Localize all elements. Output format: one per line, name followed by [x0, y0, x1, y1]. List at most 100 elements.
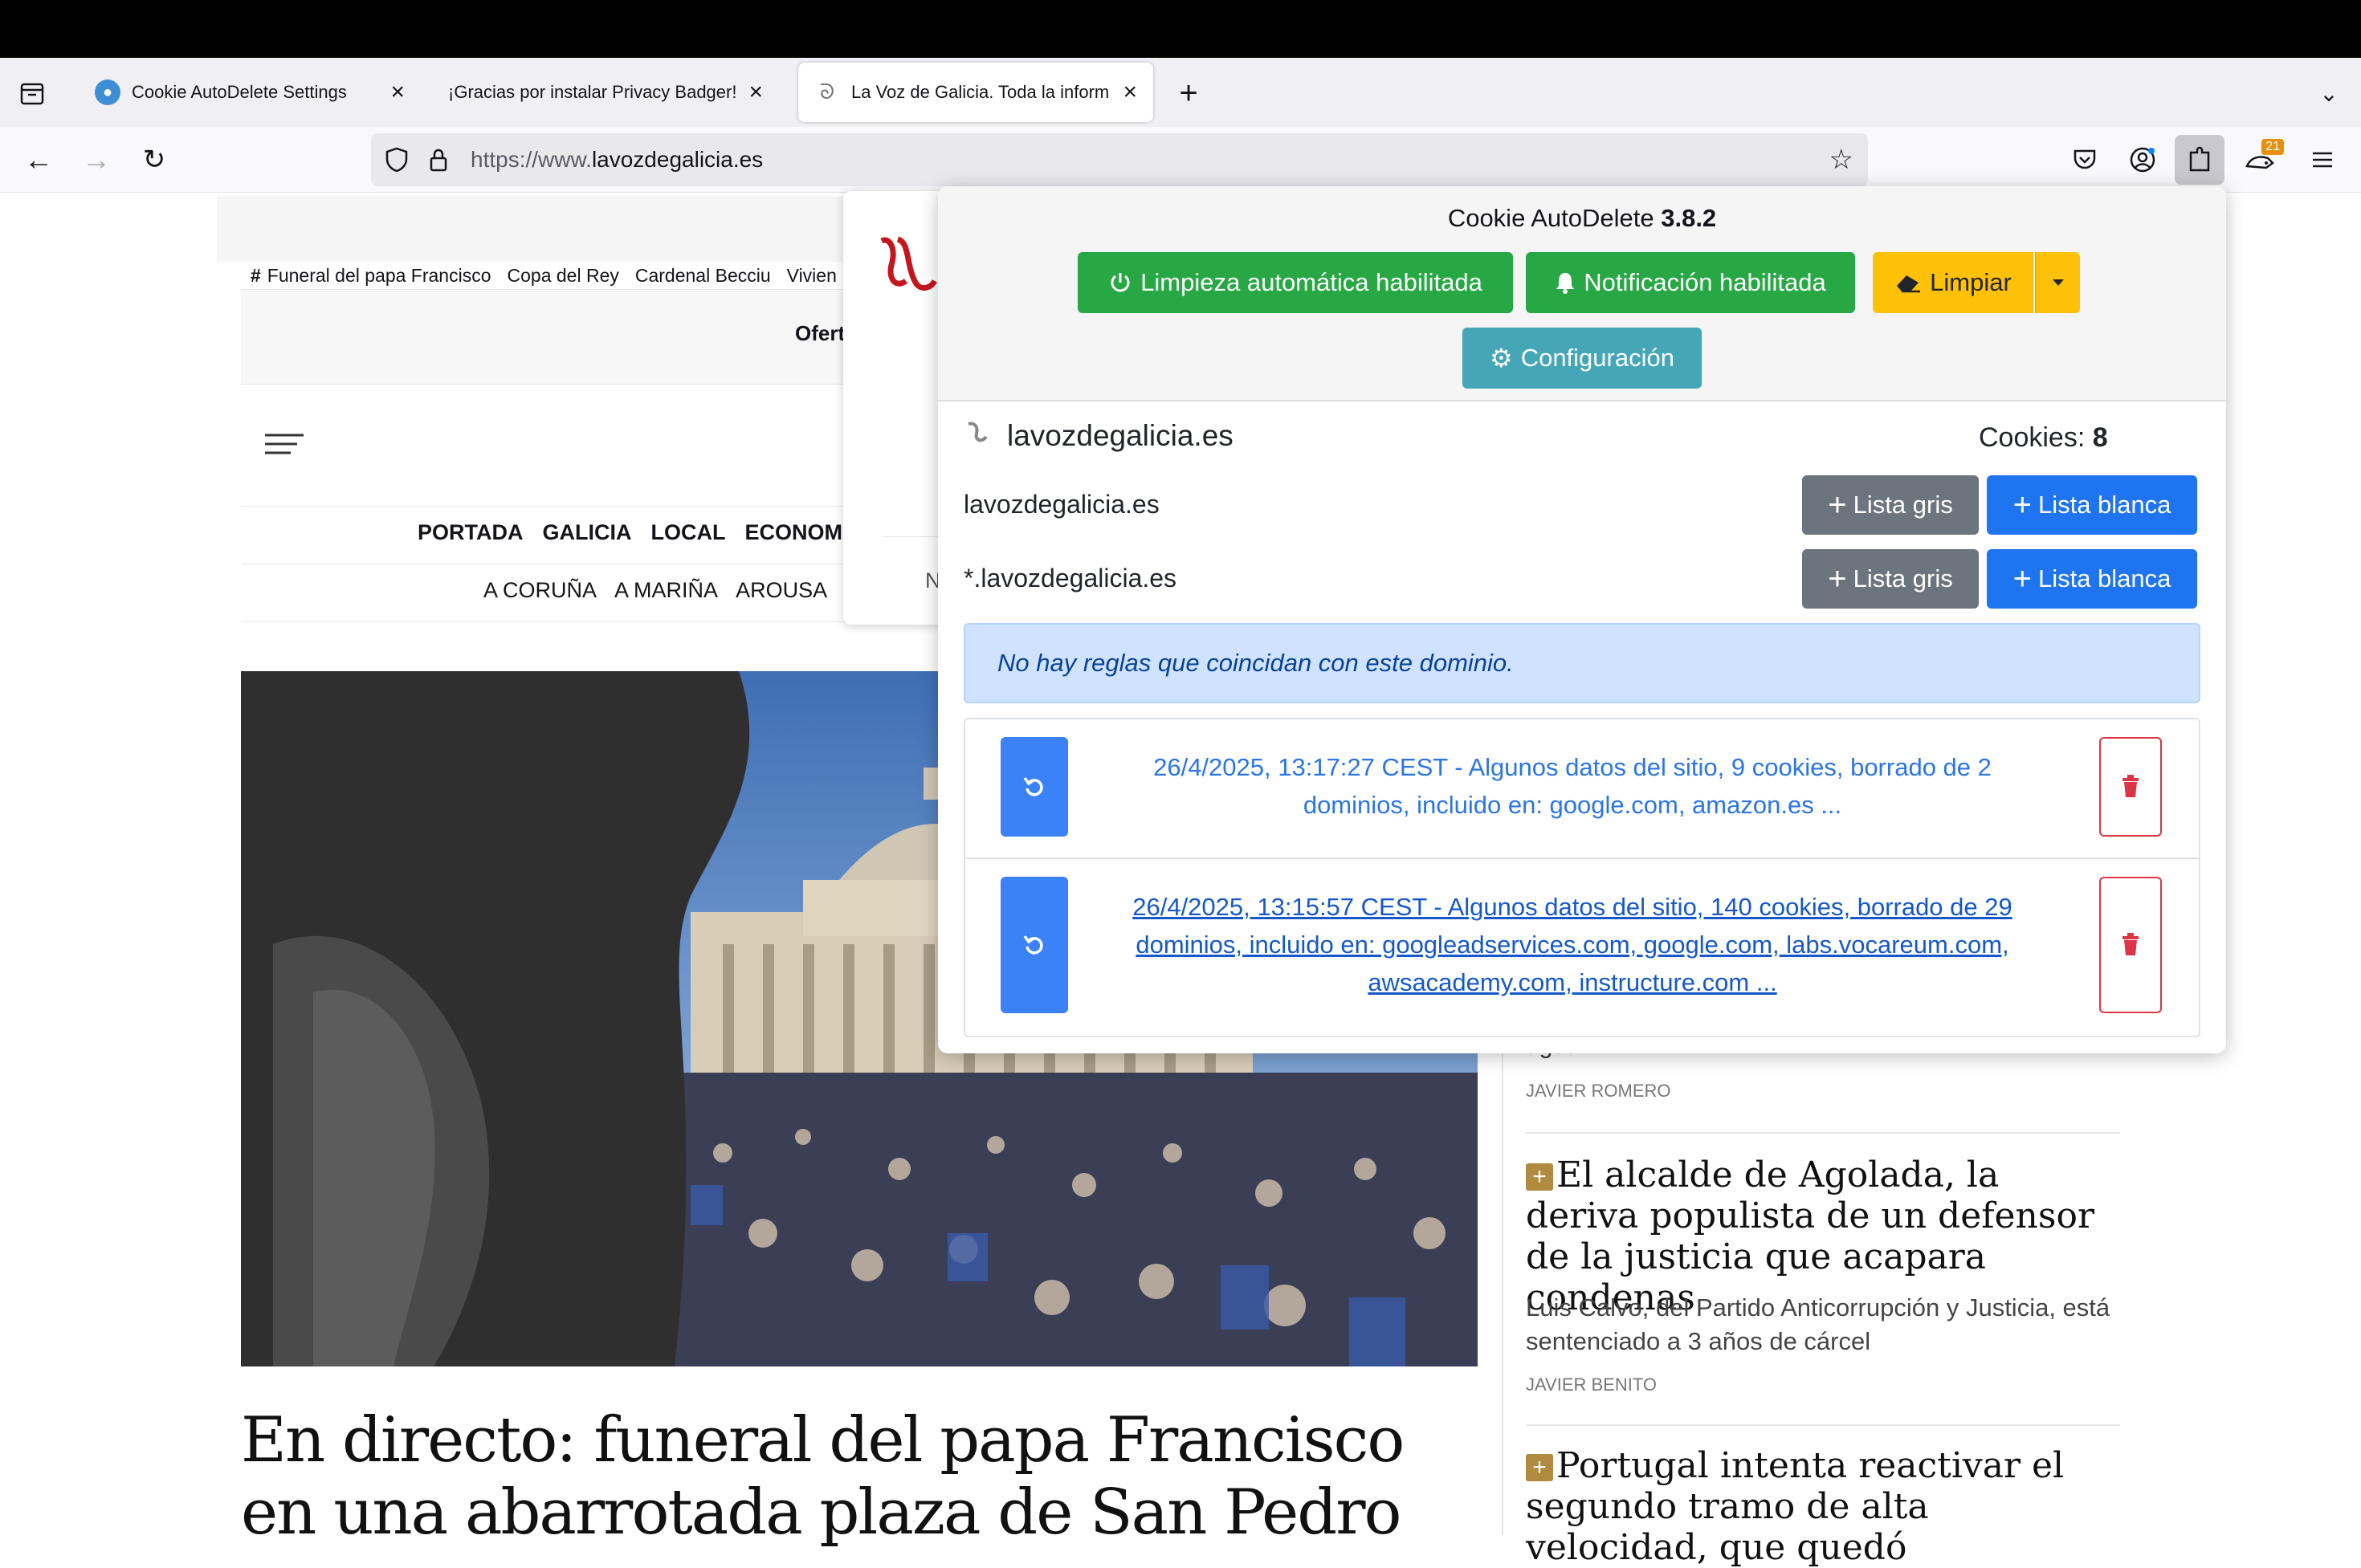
nav-arousa[interactable]: AROUSA: [736, 578, 827, 603]
trending-link[interactable]: Copa del Rey: [508, 265, 619, 287]
reload-icon[interactable]: ↻: [132, 137, 177, 182]
caret-down-icon: [2052, 279, 2064, 286]
article-author[interactable]: JAVIER BENITO: [1526, 1375, 1657, 1395]
article-title: Portugal intenta reactivar el segundo tr…: [1526, 1445, 2065, 1568]
clean-options-dropdown[interactable]: [2035, 252, 2080, 313]
popup-title: Cookie AutoDelete 3.8.2: [938, 204, 2226, 233]
auto-clean-toggle-button[interactable]: Limpieza automática habilitada: [1078, 252, 1513, 313]
article-summary: Luis Calvo, del Partido Anticorrupción y…: [1526, 1293, 2110, 1356]
tracking-protection-shield-icon[interactable]: [371, 147, 422, 173]
main-headline[interactable]: En directo: funeral del papa Francisco e…: [241, 1404, 1494, 1549]
clean-label: Limpiar: [1930, 268, 2012, 296]
url-prefix: https://www.: [471, 147, 592, 172]
trash-icon: [2122, 775, 2139, 797]
url-text[interactable]: https://www.lavozdegalicia.es: [471, 147, 763, 173]
nav-a-marina[interactable]: A MARIÑA: [614, 578, 718, 603]
bookmark-star-icon[interactable]: ☆: [1829, 144, 1853, 176]
tab-title: La Voz de Galicia. Toda la inform: [851, 82, 1110, 102]
nav-galicia[interactable]: GALICIA: [543, 520, 632, 545]
trending-link[interactable]: Vivien: [787, 265, 837, 287]
cookie-autodelete-favicon-icon: ●: [95, 79, 120, 105]
divider: [1526, 1132, 2120, 1134]
settings-button[interactable]: ⚙ Configuración: [1462, 328, 1702, 389]
greylist-label: Lista gris: [1853, 491, 1953, 519]
cookies-count-value: 8: [2092, 422, 2108, 453]
tab-cookie-autodelete-settings[interactable]: ● Cookie AutoDelete Settings ×: [79, 63, 421, 122]
divider: [965, 857, 2199, 859]
tab-title: ¡Gracias por instalar Privacy Badger!: [448, 82, 737, 102]
bell-icon: [1556, 273, 1575, 294]
trending-link[interactable]: Cardenal Becciu: [635, 265, 771, 287]
close-tab-icon[interactable]: ×: [390, 80, 405, 104]
restore-cookies-button[interactable]: [1001, 737, 1068, 837]
trash-icon: [2122, 933, 2139, 955]
list-all-tabs-chevron-down-icon[interactable]: ⌄: [2306, 71, 2351, 116]
tab-la-voz-de-galicia[interactable]: ᘐ La Voz de Galicia. Toda la inform ×: [798, 63, 1153, 122]
auto-clean-label: Limpieza automática habilitada: [1140, 268, 1482, 296]
account-avatar-icon[interactable]: [2120, 137, 2165, 182]
app-menu-hamburger-icon[interactable]: [2300, 137, 2345, 182]
undo-icon: [1023, 776, 1043, 796]
new-tab-icon[interactable]: +: [1166, 71, 1211, 116]
cookie-autodelete-popup: Cookie AutoDelete 3.8.2 Limpieza automát…: [938, 186, 2226, 1053]
nav-local[interactable]: LOCAL: [651, 520, 726, 545]
whitelist-label: Lista blanca: [2037, 491, 2171, 519]
greylist-label: Lista gris: [1853, 564, 1953, 593]
nav-portada[interactable]: PORTADA: [418, 520, 524, 545]
main-section-nav: PORTADA GALICIA LOCAL ECONOMÍA: [418, 520, 864, 545]
clean-button[interactable]: Limpiar: [1873, 252, 2033, 313]
extensions-puzzle-icon[interactable]: [2175, 135, 2224, 185]
notification-toggle-button[interactable]: Notificación habilitada: [1526, 252, 1855, 313]
tab-privacy-badger[interactable]: ¡Gracias por instalar Privacy Badger! ×: [434, 63, 779, 122]
back-arrow-icon[interactable]: ←: [16, 137, 61, 182]
restore-cookies-button[interactable]: [1001, 877, 1068, 1013]
pocket-icon[interactable]: [2062, 137, 2107, 182]
local-edition-nav: A CORUÑA A MARIÑA AROUSA B: [483, 578, 859, 603]
add-greylist-button[interactable]: + Lista gris: [1802, 549, 1979, 609]
url-bar[interactable]: https://www.lavozdegalicia.es ☆: [371, 133, 1868, 186]
plus-icon: +: [2012, 560, 2032, 597]
settings-label: Configuración: [1520, 344, 1674, 372]
site-favicon-icon: [964, 419, 991, 450]
lock-icon[interactable]: [422, 148, 455, 172]
la-voz-logo-icon: [874, 233, 938, 317]
add-whitelist-button[interactable]: + Lista blanca: [1987, 549, 2197, 609]
nav-a-coruna[interactable]: A CORUÑA: [483, 578, 597, 603]
add-whitelist-button[interactable]: + Lista blanca: [1987, 475, 2197, 535]
delete-log-button[interactable]: [2099, 877, 2162, 1013]
cookies-label: Cookies:: [1979, 422, 2086, 453]
close-tab-icon[interactable]: ×: [748, 80, 763, 104]
rule-pattern: lavozdegalicia.es: [964, 490, 1160, 519]
lavozdegalicia-favicon-icon: ᘐ: [819, 79, 835, 104]
site-menu-hamburger-icon[interactable]: [263, 432, 305, 460]
trending-hash: #: [251, 264, 261, 286]
forward-arrow-icon[interactable]: →: [74, 137, 119, 182]
clean-log-entry[interactable]: 26/4/2025, 13:17:27 CEST - Algunos datos…: [1099, 748, 2046, 824]
delete-log-button[interactable]: [2099, 737, 2162, 837]
premium-plus-icon: +: [1526, 1163, 1553, 1191]
power-icon: [1111, 273, 1130, 292]
plus-icon: +: [2012, 487, 2032, 523]
tab-overview-icon[interactable]: [10, 71, 55, 116]
add-greylist-button[interactable]: + Lista gris: [1802, 475, 1979, 535]
plus-icon: +: [1828, 487, 1847, 523]
divider: [1526, 1424, 2120, 1426]
tab-title: Cookie AutoDelete Settings: [132, 82, 347, 102]
eraser-icon: [1897, 275, 1921, 293]
privacy-badger-count-badge: 21: [2261, 139, 2284, 155]
whitelist-label: Lista blanca: [2037, 564, 2171, 593]
close-tab-icon[interactable]: ×: [1123, 80, 1137, 104]
gear-icon: ⚙: [1490, 344, 1513, 373]
plus-icon: +: [1828, 560, 1847, 597]
url-domain: lavozdegalicia.es: [591, 147, 764, 172]
clean-log-entry[interactable]: 26/4/2025, 13:15:57 CEST - Algunos datos…: [1099, 888, 2046, 1001]
popup-title-name: Cookie AutoDelete: [1447, 204, 1654, 232]
rule-pattern: *.lavozdegalicia.es: [964, 564, 1177, 593]
trending-link[interactable]: Funeral del papa Francisco: [267, 265, 491, 287]
trending-topics-bar: # Funeral del papa Francisco Copa del Re…: [251, 262, 837, 289]
article-headline[interactable]: + Portugal intenta reactivar el segundo t…: [1526, 1445, 2120, 1568]
article-author[interactable]: JAVIER ROMERO: [1526, 1081, 1671, 1102]
offer-text[interactable]: Ofert: [795, 321, 845, 346]
privacy-badger-icon[interactable]: 21: [2237, 137, 2284, 182]
tab-overview-glyph: [20, 83, 44, 105]
